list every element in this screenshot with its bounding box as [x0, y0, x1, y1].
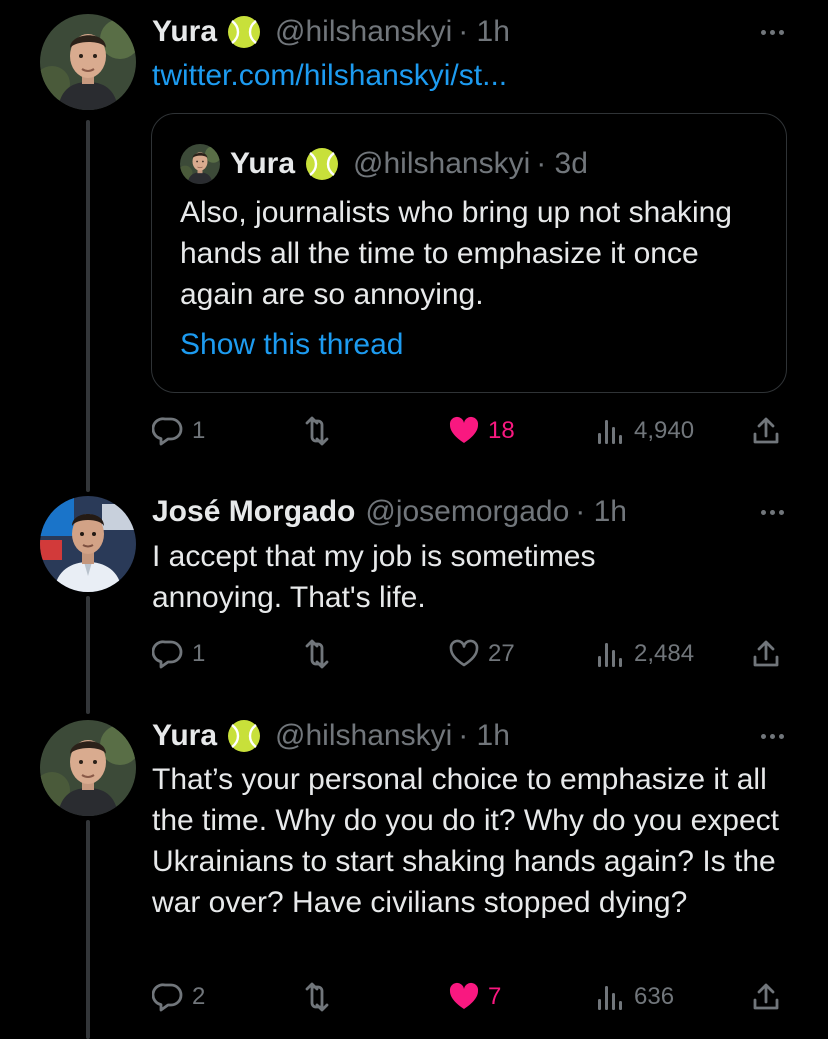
author-name[interactable]: Yura: [152, 15, 217, 49]
retweet-icon: [300, 415, 334, 447]
retweet-icon: [300, 638, 334, 670]
avatar: [180, 144, 220, 184]
quoted-tweet[interactable]: Yura @hilshanskyi · 3d Also, journalists…: [151, 113, 787, 393]
like-button[interactable]: 7: [448, 977, 501, 1017]
heart-outline-icon: [448, 638, 480, 670]
tweet[interactable]: Yura @hilshanskyi · 1h That’s your perso…: [0, 700, 828, 1039]
retweet-button[interactable]: [300, 634, 334, 674]
reply-button[interactable]: 2: [152, 977, 205, 1017]
more-options-icon[interactable]: [761, 30, 784, 35]
avatar[interactable]: [40, 14, 136, 110]
views-icon: [594, 638, 626, 670]
view-count: 4,940: [634, 417, 695, 444]
avatar[interactable]: [40, 496, 136, 592]
timestamp[interactable]: · 1h: [575, 495, 627, 529]
quoted-tweet-text: Also, journalists who bring up not shaki…: [180, 196, 732, 311]
share-icon: [750, 638, 782, 670]
reply-icon: [152, 415, 184, 447]
share-button[interactable]: [750, 411, 782, 451]
retweet-button[interactable]: [300, 411, 334, 451]
views-button[interactable]: 4,940: [594, 411, 694, 451]
heart-filled-icon: [448, 981, 480, 1013]
share-button[interactable]: [750, 634, 782, 674]
avatar-image: [40, 720, 136, 816]
author-handle[interactable]: @hilshanskyi: [275, 15, 452, 49]
avatar-image: [40, 496, 136, 592]
reply-button[interactable]: 1: [152, 634, 205, 674]
avatar[interactable]: [40, 720, 136, 816]
quoted-timestamp: · 3d: [536, 147, 588, 180]
author-handle[interactable]: @josemorgado: [365, 495, 569, 529]
tweet-actions: 1 18 4,940: [0, 411, 828, 451]
tweet-header: José Morgado @josemorgado · 1h: [152, 494, 627, 530]
tweet-text: I accept that my job is sometimes annoyi…: [152, 540, 596, 614]
timestamp[interactable]: · 1h: [458, 719, 510, 753]
tweet-text: That’s your personal choice to emphasize…: [152, 763, 779, 919]
author-name[interactable]: José Morgado: [152, 495, 355, 529]
reply-count: 2: [192, 983, 206, 1010]
heart-filled-icon: [448, 415, 480, 447]
reply-button[interactable]: 1: [152, 411, 205, 451]
retweet-button[interactable]: [300, 977, 334, 1017]
share-icon: [750, 981, 782, 1013]
tweet[interactable]: Yura @hilshanskyi · 1h twitter.com/hilsh…: [0, 0, 828, 470]
views-button[interactable]: 2,484: [594, 634, 694, 674]
view-count: 2,484: [634, 640, 695, 667]
reply-icon: [152, 638, 184, 670]
quoted-author-handle: @hilshanskyi: [353, 147, 531, 180]
view-count: 636: [634, 983, 675, 1010]
more-options-icon[interactable]: [761, 510, 784, 515]
avatar-image: [180, 144, 220, 184]
timestamp[interactable]: · 1h: [458, 15, 510, 49]
share-button[interactable]: [750, 977, 782, 1017]
tennis-ball-icon: [227, 15, 261, 49]
views-icon: [594, 981, 626, 1013]
tweet[interactable]: José Morgado @josemorgado · 1h I accept …: [0, 470, 828, 700]
author-handle[interactable]: @hilshanskyi: [275, 719, 452, 753]
tennis-ball-icon: [305, 147, 339, 181]
share-icon: [750, 415, 782, 447]
views-icon: [594, 415, 626, 447]
reply-count: 1: [192, 640, 206, 667]
author-name[interactable]: Yura: [152, 719, 217, 753]
like-count: 7: [488, 983, 502, 1010]
tweet-header: Yura @hilshanskyi · 1h: [152, 718, 510, 754]
views-button[interactable]: 636: [594, 977, 674, 1017]
tweet-header: Yura @hilshanskyi · 1h: [152, 14, 510, 50]
retweet-icon: [300, 981, 334, 1013]
show-thread-link[interactable]: Show this thread: [180, 328, 403, 362]
tweet-actions: 2 7 636: [0, 977, 828, 1017]
tweet-link[interactable]: twitter.com/hilshanskyi/st...: [152, 55, 792, 96]
avatar-image: [40, 14, 136, 110]
reply-icon: [152, 981, 184, 1013]
quoted-tweet-header: Yura @hilshanskyi · 3d: [230, 146, 588, 182]
like-button[interactable]: 27: [448, 634, 515, 674]
like-button[interactable]: 18: [448, 411, 515, 451]
quoted-author-name: Yura: [230, 147, 296, 180]
tennis-ball-icon: [227, 719, 261, 753]
reply-count: 1: [192, 417, 206, 444]
more-options-icon[interactable]: [761, 734, 784, 739]
tweet-actions: 1 27 2,484: [0, 634, 828, 674]
like-count: 18: [488, 417, 515, 444]
like-count: 27: [488, 640, 515, 667]
